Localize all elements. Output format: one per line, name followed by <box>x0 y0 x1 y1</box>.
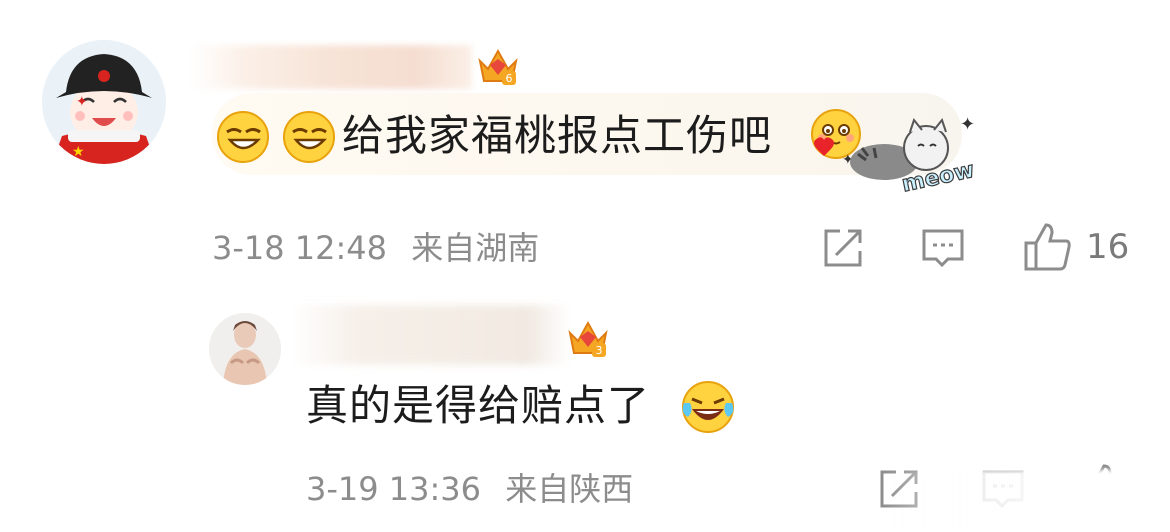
share-icon[interactable] <box>820 225 866 271</box>
laugh-tears-emoji <box>680 379 736 435</box>
svg-text:✦: ✦ <box>76 94 88 110</box>
crown-icon: 3 <box>566 317 610 361</box>
avatar[interactable]: ★ ✦ <box>42 40 166 164</box>
comment-location: 来自湖南 <box>411 229 540 267</box>
avatar-image: ★ ✦ <box>42 40 166 164</box>
username-blurred[interactable] <box>190 45 472 89</box>
avatar-image <box>209 313 281 385</box>
comment-location: 来自陕西 <box>505 470 634 508</box>
comment-text: 给我家福桃报点工伤吧 <box>342 111 773 160</box>
smirk-emoji <box>216 110 270 164</box>
like-icon[interactable] <box>1022 221 1074 273</box>
comment-item: ★ ✦ 6 给我家福桃报点工伤吧 ✦ ✦ meow 3-18 12:48 来自湖… <box>0 0 1170 300</box>
username-blurred[interactable] <box>290 305 570 365</box>
comment-time: 3-19 13:36 <box>306 470 482 508</box>
meow-cat-sticker: ✦ ✦ meow <box>840 112 980 198</box>
crown-icon: 6 <box>476 45 520 89</box>
crown-level: 3 <box>596 344 603 357</box>
smirk-emoji <box>282 110 336 164</box>
comment-meta: 3-19 13:36 来自陕西 <box>306 466 633 512</box>
comment-time: 3-18 12:48 <box>212 229 388 267</box>
comment-text: 真的是得给赔点了 <box>306 381 651 430</box>
svg-text:✦: ✦ <box>960 114 975 135</box>
bottom-fade-overlay <box>880 470 1170 532</box>
like-count: 16 <box>1086 227 1130 267</box>
comment-icon[interactable] <box>920 225 966 271</box>
comment-meta: 3-18 12:48 来自湖南 <box>212 225 539 271</box>
svg-text:★: ★ <box>72 144 85 160</box>
avatar[interactable] <box>209 313 281 385</box>
crown-level: 6 <box>506 72 513 85</box>
